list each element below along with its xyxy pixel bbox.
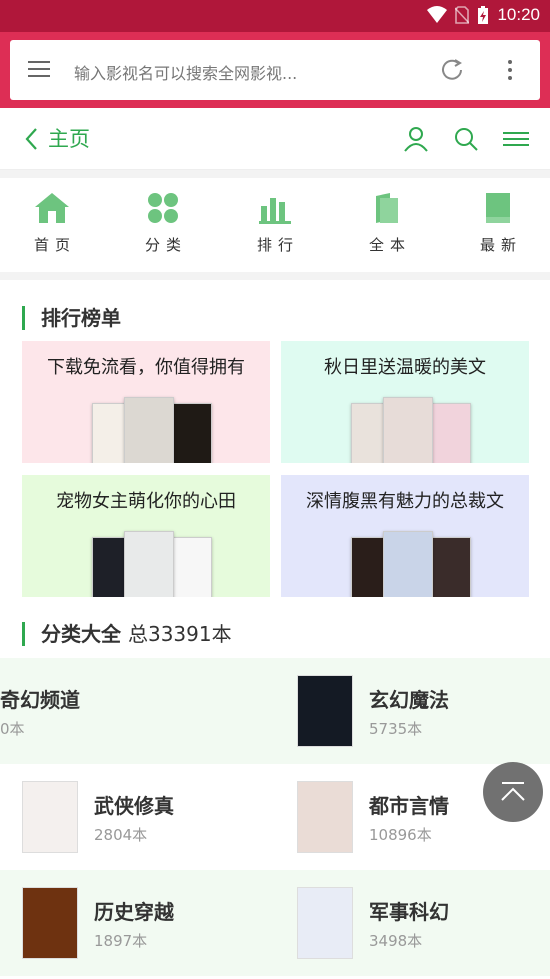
category-item[interactable]: 玄幻魔法 5735本: [275, 658, 550, 764]
nav-complete-label: 全本: [368, 236, 411, 254]
user-icon[interactable]: [402, 125, 430, 153]
main-nav: 首页 分类 排行 全本 最新: [0, 178, 550, 272]
nav-category[interactable]: 分类: [113, 192, 213, 255]
category-cover: [297, 887, 353, 959]
hamburger-menu-icon[interactable]: [28, 61, 50, 79]
category-cover: [22, 781, 78, 853]
category-name: 武侠修真: [94, 794, 174, 818]
divider: [0, 170, 550, 178]
more-vert-icon[interactable]: [502, 56, 518, 84]
nav-home[interactable]: 首页: [2, 192, 102, 255]
back-chevron-icon[interactable]: [22, 126, 42, 152]
category-count: 10896本: [369, 826, 432, 844]
category-row: 奇幻频道 0本 玄幻魔法 5735本: [0, 658, 550, 764]
rank-card-label: 秋日里送温暖的美文: [324, 357, 486, 378]
rank-card[interactable]: 深情腹黑有魅力的总裁文: [281, 475, 529, 597]
category-item[interactable]: 历史穿越 1897本: [0, 870, 275, 976]
home-icon: [35, 193, 69, 223]
book-cover: [429, 403, 471, 463]
book-cover: [383, 531, 433, 597]
nav-complete[interactable]: 全本: [337, 192, 437, 255]
category-row: 历史穿越 1897本 军事科幻 3498本: [0, 870, 550, 976]
category-item[interactable]: 军事科幻 3498本: [275, 870, 550, 976]
status-bar: 10:20: [0, 0, 550, 32]
status-time: 10:20: [497, 5, 540, 24]
search-box[interactable]: 输入影视名可以搜索全网影视...: [10, 40, 540, 100]
category-row: 武侠修真 2804本 都市言情 10896本: [0, 764, 550, 870]
rank-card-label: 深情腹黑有魅力的总裁文: [306, 491, 504, 512]
battery-charging-icon: [478, 6, 489, 24]
book-cover: [170, 403, 212, 463]
arrow-up-icon: [501, 782, 525, 801]
divider: [0, 272, 550, 280]
category-name: 奇幻频道: [0, 688, 80, 712]
category-count: 2804本: [94, 826, 148, 844]
nav-ranking[interactable]: 排行: [225, 192, 325, 255]
page-title: 主页: [48, 127, 90, 151]
ranking-title-text: 排行榜单: [41, 306, 121, 330]
category-count: 5735本: [369, 720, 423, 738]
book-cover: [170, 537, 212, 597]
grid-dots-icon: [148, 193, 178, 223]
category-name: 历史穿越: [94, 900, 174, 924]
category-count: 1897本: [94, 932, 148, 950]
section-title-categories: 分类大全 总33391本: [22, 622, 232, 646]
book-cover: [124, 531, 174, 597]
app-header: 主页: [0, 108, 550, 170]
nav-category-label: 分类: [144, 236, 187, 254]
category-item[interactable]: 武侠修真 2804本: [0, 764, 275, 870]
rank-card[interactable]: 下载免流看，你值得拥有: [22, 341, 270, 463]
nav-ranking-label: 排行: [256, 236, 299, 254]
category-name: 玄幻魔法: [369, 688, 449, 712]
nav-home-label: 首页: [33, 236, 76, 254]
book-cover: [124, 397, 174, 463]
rank-card[interactable]: 秋日里送温暖的美文: [281, 341, 529, 463]
nav-latest-label: 最新: [479, 236, 522, 254]
wifi-icon: [427, 6, 448, 23]
category-name: 都市言情: [369, 794, 449, 818]
category-cover: [297, 781, 353, 853]
book-icon: [376, 193, 398, 223]
rank-card-label: 下载免流看，你值得拥有: [47, 357, 245, 378]
menu-icon[interactable]: [502, 125, 530, 153]
section-title-ranking: 排行榜单: [22, 306, 121, 330]
category-item[interactable]: 奇幻频道 0本: [0, 658, 275, 764]
search-icon[interactable]: [452, 125, 480, 153]
browser-bar: 输入影视名可以搜索全网影视...: [0, 32, 550, 108]
book-cover: [383, 397, 433, 463]
bar-chart-icon: [259, 198, 291, 224]
category-name: 军事科幻: [369, 900, 449, 924]
rank-card[interactable]: 宠物女主萌化你的心田: [22, 475, 270, 597]
rank-card-label: 宠物女主萌化你的心田: [56, 491, 236, 512]
book-cover: [429, 537, 471, 597]
category-count: 0本: [0, 720, 25, 738]
category-cover: [22, 887, 78, 959]
categories-total: 总33391本: [127, 622, 232, 646]
refresh-icon[interactable]: [438, 56, 466, 84]
no-sim-icon: [455, 6, 470, 24]
category-count: 3498本: [369, 932, 423, 950]
nav-latest[interactable]: 最新: [448, 192, 548, 255]
status-icons: 10:20: [427, 5, 540, 25]
search-input[interactable]: 输入影视名可以搜索全网影视...: [74, 60, 297, 84]
back-to-top-button[interactable]: [483, 762, 543, 822]
category-cover: [297, 675, 353, 747]
bookmark-book-icon: [486, 193, 510, 223]
categories-title-text: 分类大全: [41, 622, 121, 646]
